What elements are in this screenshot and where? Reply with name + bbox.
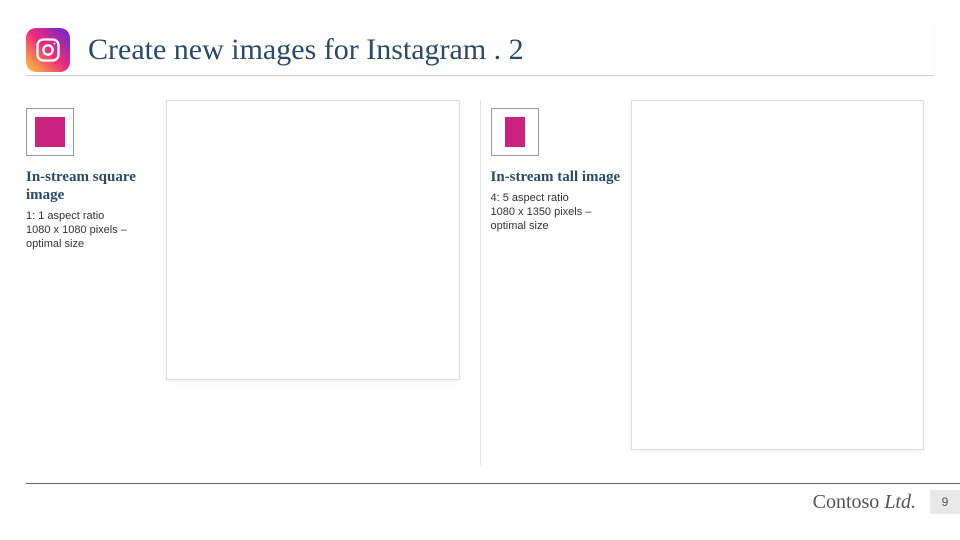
- right-title: In-stream tall image: [491, 168, 621, 186]
- slide-title: Create new images for Instagram . 2: [88, 33, 524, 67]
- content-area: In-stream square image 1: 1 aspect ratio…: [26, 100, 934, 465]
- right-spec2: 1080 x 1350 pixels – optimal size: [491, 206, 621, 234]
- page-number: 9: [930, 490, 960, 514]
- company-main: Contoso: [813, 491, 885, 513]
- right-spec1: 4: 5 aspect ratio: [491, 192, 621, 206]
- left-spec2: 1080 x 1080 pixels – optimal size: [26, 224, 156, 252]
- square-thumb-frame: [26, 108, 74, 156]
- column-divider: [480, 100, 481, 465]
- tall-thumb: [505, 117, 525, 147]
- left-spec1: 1: 1 aspect ratio: [26, 210, 156, 224]
- square-thumb: [35, 117, 65, 147]
- left-title: In-stream square image: [26, 168, 156, 204]
- title-bar: Create new images for Instagram . 2: [26, 24, 934, 76]
- tall-thumb-frame: [491, 108, 539, 156]
- footer: Contoso Ltd. 9: [26, 483, 960, 514]
- square-image-placeholder: [166, 100, 460, 380]
- company-ltd: Ltd.: [884, 491, 916, 513]
- left-info: In-stream square image 1: 1 aspect ratio…: [26, 100, 156, 465]
- company-name: Contoso Ltd.: [813, 491, 916, 514]
- right-column: In-stream tall image 4: 5 aspect ratio 1…: [491, 100, 935, 465]
- right-info: In-stream tall image 4: 5 aspect ratio 1…: [491, 100, 621, 465]
- instagram-icon: [26, 28, 70, 72]
- slide: Create new images for Instagram . 2 In-s…: [0, 0, 960, 540]
- left-column: In-stream square image 1: 1 aspect ratio…: [26, 100, 470, 465]
- tall-image-placeholder: [631, 100, 925, 450]
